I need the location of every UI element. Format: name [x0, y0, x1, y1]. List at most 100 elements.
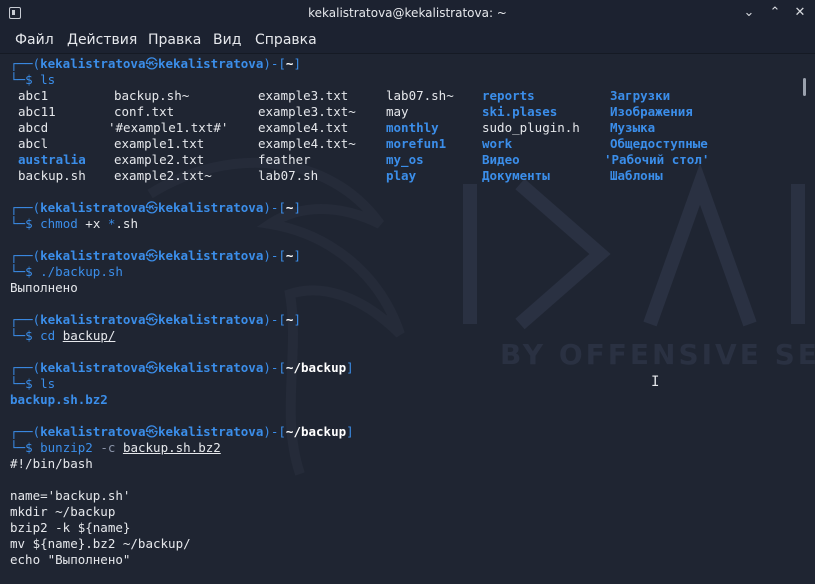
prompt-host: kekalistratova — [157, 360, 264, 375]
terminal-window: kekalistratova@kekalistratova: ~ ⌄ ⌃ ✕ Ф… — [0, 0, 815, 584]
command-name: chmod — [40, 216, 78, 231]
prompt-dollar: $ — [25, 328, 41, 343]
command-output: #!/bin/bash — [10, 456, 93, 471]
ls-dir-entry: Музыка — [610, 120, 656, 135]
terminal-output[interactable]: BY OFFENSIVE SECU ┌──(kekalistratova㉿kek… — [0, 54, 815, 584]
command-line: └─$ ls — [10, 376, 55, 392]
ls-dir-entry: Общедоступные — [610, 136, 708, 151]
kali-skull-icon: ㉿ — [145, 360, 158, 375]
command-output: echo "Выполнено" — [10, 552, 131, 567]
command-name: cd — [40, 328, 56, 343]
command-line: └─$ cd backup/ — [10, 328, 115, 344]
prompt-bracket: )-[ — [263, 312, 286, 327]
ls-dir-entry: Изображения — [610, 104, 693, 119]
ls-file-entry: example4.txt — [258, 120, 349, 135]
ls-dir-entry: play — [386, 168, 417, 183]
ls-dir-entry: Шаблоны — [610, 168, 663, 183]
kali-skull-icon: ㉿ — [145, 312, 158, 327]
command-name: ls — [40, 72, 56, 87]
prompt-path: ~/backup — [285, 360, 347, 375]
menu-edit[interactable]: Правка — [148, 32, 201, 48]
ls-file-entry: example2.txt~ — [114, 168, 212, 183]
prompt-bracket: )-[ — [263, 200, 286, 215]
command-output: name='backup.sh' — [10, 488, 131, 503]
prompt-dollar: $ — [25, 264, 41, 279]
menu-file[interactable]: Файл — [15, 32, 54, 48]
prompt-bracket: └─ — [10, 440, 26, 455]
command-line: └─$ bunzip2 -c backup.sh.bz2 — [10, 440, 221, 456]
ls-file-entry: backup.sh.bz2 — [10, 392, 108, 407]
prompt-host: kekalistratova — [157, 248, 264, 263]
ls-file-entry: conf.txt — [114, 104, 175, 119]
prompt-bracket: ] — [346, 360, 354, 375]
prompt-user: kekalistratova — [40, 360, 146, 375]
close-icon[interactable]: ✕ — [792, 5, 808, 21]
svg-text:BY OFFENSIVE SECU: BY OFFENSIVE SECU — [500, 338, 815, 371]
prompt-dollar: $ — [25, 216, 41, 231]
ls-file-entry: abc11 — [18, 104, 56, 119]
prompt-bracket: )-[ — [263, 56, 286, 71]
ls-dir-entry: Загрузки — [610, 88, 671, 103]
ls-file-entry: feather — [258, 152, 311, 167]
menu-help[interactable]: Справка — [255, 32, 317, 48]
ls-dir-entry: Видео — [482, 152, 520, 167]
ls-dir-entry: morefun1 — [386, 136, 447, 151]
command-name: bunzip2 — [40, 440, 93, 455]
prompt-bracket: ┌──( — [10, 312, 41, 327]
command-output: mkdir ~/backup — [10, 504, 116, 519]
ls-file-entry: lab07.sh — [258, 168, 319, 183]
window-title: kekalistratova@kekalistratova: ~ — [308, 6, 507, 20]
ls-dir-entry: work — [482, 136, 513, 151]
prompt-bracket: )-[ — [263, 424, 286, 439]
prompt-bracket: ] — [293, 248, 301, 263]
prompt-line: ┌──(kekalistratova㉿kekalistratova)-[~/ba… — [10, 424, 354, 440]
minimize-icon[interactable]: ⌄ — [741, 5, 757, 21]
command-line: └─$ ./backup.sh — [10, 264, 123, 280]
prompt-host: kekalistratova — [157, 312, 264, 327]
command-output: bzip2 -k ${name} — [10, 520, 131, 535]
command-line: └─$ chmod +x *.sh — [10, 216, 138, 232]
prompt-bracket: )-[ — [263, 248, 286, 263]
ls-file-entry: backup.sh~ — [114, 88, 190, 103]
kali-skull-icon: ㉿ — [145, 200, 158, 215]
ls-file-entry: example2.txt — [114, 152, 205, 167]
ls-dir-entry: monthly — [386, 120, 439, 135]
command-line: └─$ ls — [10, 72, 55, 88]
prompt-dollar: $ — [25, 440, 41, 455]
prompt-bracket: ] — [293, 312, 301, 327]
ls-file-entry: abc1 — [18, 88, 49, 103]
prompt-user: kekalistratova — [40, 312, 146, 327]
prompt-user: kekalistratova — [40, 248, 146, 263]
maximize-icon[interactable]: ⌃ — [767, 5, 783, 21]
menu-bar: Файл Действия Правка Вид Справка — [0, 27, 815, 54]
prompt-bracket: ] — [346, 424, 354, 439]
scrollbar[interactable] — [803, 78, 806, 96]
ls-file-entry: example3.txt — [258, 88, 349, 103]
prompt-dollar: $ — [25, 376, 41, 391]
prompt-bracket: ┌──( — [10, 360, 41, 375]
prompt-dollar: $ — [25, 72, 41, 87]
menu-actions[interactable]: Действия — [67, 32, 137, 48]
command-name: ls — [40, 376, 56, 391]
prompt-bracket: ] — [293, 56, 301, 71]
prompt-bracket: ┌──( — [10, 200, 41, 215]
kali-skull-icon: ㉿ — [145, 248, 158, 263]
command-arg: +x — [85, 216, 108, 231]
ls-dir-entry: ski.plases — [482, 104, 558, 119]
prompt-line: ┌──(kekalistratova㉿kekalistratova)-[~] — [10, 56, 301, 72]
ls-file-entry: abcl — [18, 136, 49, 151]
command-output: backup.sh.bz2 — [10, 392, 108, 408]
ls-dir-entry: my_os — [386, 152, 424, 167]
prompt-user: kekalistratova — [40, 424, 146, 439]
menu-view[interactable]: Вид — [213, 32, 241, 48]
ls-file-entry: may — [386, 104, 409, 119]
kali-skull-icon: ㉿ — [145, 424, 158, 439]
ls-file-entry: backup.sh — [18, 168, 86, 183]
ls-file-entry: example1.txt — [114, 136, 205, 151]
prompt-bracket: ┌──( — [10, 248, 41, 263]
command-arg: backup.sh.bz2 — [122, 440, 221, 455]
prompt-line: ┌──(kekalistratova㉿kekalistratova)-[~] — [10, 200, 301, 216]
prompt-bracket: └─ — [10, 216, 26, 231]
